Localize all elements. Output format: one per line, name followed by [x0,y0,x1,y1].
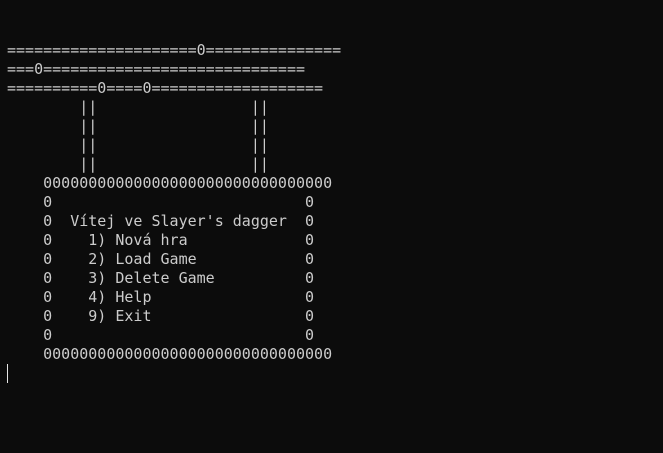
pillar-line-2: || || [7,117,269,135]
menu-title: 0 Vítej ve Slayer's dagger 0 [7,212,315,230]
banner-line-3: ==========0====0=================== [7,79,324,97]
pillar-line-4: || || [7,155,269,173]
menu-item-new-game: 0 1) Nová hra 0 [7,231,315,249]
terminal-window[interactable]: =====================0=============== ==… [0,0,663,453]
box-blank-bottom: 0 0 [7,326,315,344]
banner-line-2: ===0============================= [7,60,306,78]
menu-item-load-game: 0 2) Load Game 0 [7,250,315,268]
pillar-line-3: || || [7,136,269,154]
menu-item-help: 0 4) Help 0 [7,288,315,306]
box-blank-top: 0 0 [7,193,315,211]
input-line[interactable] [7,364,663,383]
pillar-line-1: || || [7,98,269,116]
banner-line-1: =====================0=============== [7,41,342,59]
box-top-border: 00000000000000000000000000000000 [7,174,333,192]
menu-item-delete-game: 0 3) Delete Game 0 [7,269,315,287]
box-bottom-border: 00000000000000000000000000000000 [7,345,333,363]
text-cursor [7,364,8,383]
menu-item-exit: 0 9) Exit 0 [7,307,315,325]
